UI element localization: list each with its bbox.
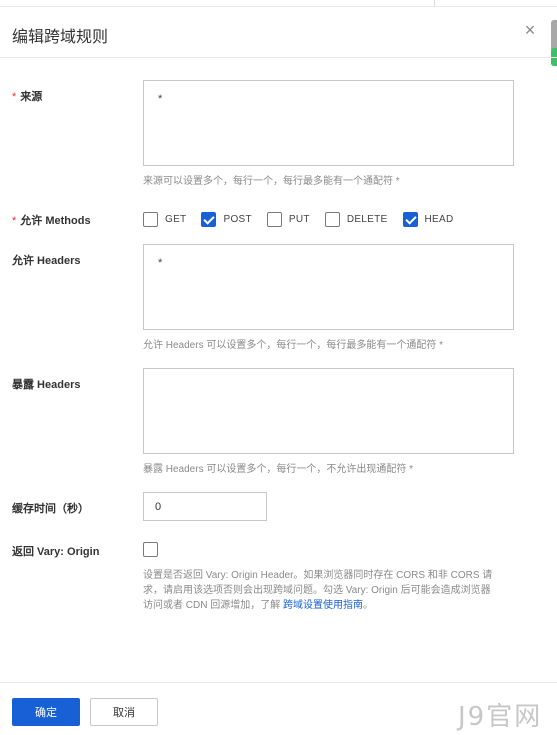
expose-headers-help: 暴露 Headers 可以设置多个，每行一个，不允许出现通配符 * [143, 464, 414, 475]
allow-headers-help: 允许 Headers 可以设置多个，每行一个，每行最多能有一个通配符 * [143, 340, 444, 351]
method-post-label: POST [223, 213, 252, 225]
method-post[interactable]: POST [201, 211, 252, 227]
vary-desc-line1: 设置是否返回 Vary: Origin Header。如果浏览器同时存在 COR… [143, 570, 493, 581]
top-strip [0, 0, 557, 7]
vary-desc-end: 。 [363, 600, 373, 611]
vary-desc-text: 访问或者 CDN 回源增加，了解 [143, 600, 283, 611]
methods-group: GET POST PUT DELETE HEAD [143, 210, 469, 228]
method-put-checkbox[interactable] [266, 211, 282, 227]
allow-headers-textarea[interactable]: * [143, 244, 514, 330]
method-get-label: GET [165, 213, 187, 225]
vary-checkbox[interactable] [143, 542, 158, 557]
ok-button[interactable]: 确定 [12, 698, 80, 726]
method-head[interactable]: HEAD [402, 211, 454, 227]
method-get[interactable]: GET [143, 211, 187, 227]
method-get-checkbox[interactable] [143, 211, 158, 227]
expose-headers-textarea[interactable] [143, 368, 514, 454]
method-delete-label: DELETE [346, 213, 388, 225]
vary-desc-line2: 求，请启用该选项否则会出现跨域问题。勾选 Vary: Origin 后可能会造成… [143, 585, 491, 596]
origin-textarea[interactable]: * [143, 80, 514, 166]
methods-label: * 允许 Methods [12, 212, 91, 228]
method-post-checkbox[interactable] [201, 211, 217, 227]
method-delete-checkbox[interactable] [324, 211, 340, 227]
cancel-button[interactable]: 取消 [90, 698, 158, 726]
method-head-checkbox[interactable] [402, 211, 418, 227]
expose-headers-label: 暴露 Headers [12, 379, 81, 391]
vary-label: 返回 Vary: Origin [12, 546, 100, 558]
method-put-label: PUT [288, 213, 310, 225]
top-divider [434, 0, 435, 7]
close-icon[interactable]: × [522, 21, 538, 39]
watermark: J9官网 [458, 702, 543, 732]
cache-time-input[interactable]: 0 [143, 492, 267, 521]
required-mark: * [12, 91, 17, 103]
vary-description: 设置是否返回 Vary: Origin Header。如果浏览器同时存在 COR… [143, 568, 515, 613]
origin-help: 来源可以设置多个，每行一个，每行最多能有一个通配符 * [143, 176, 400, 187]
cors-guide-link[interactable]: 跨域设置使用指南 [283, 600, 363, 611]
method-head-label: HEAD [424, 213, 454, 225]
required-mark: * [12, 215, 17, 227]
origin-label-text: 来源 [20, 91, 43, 103]
method-delete[interactable]: DELETE [324, 211, 388, 227]
method-put[interactable]: PUT [266, 211, 310, 227]
origin-label: * 来源 [12, 88, 42, 104]
methods-label-text: 允许 Methods [20, 215, 91, 227]
dialog-header: 编辑跨域规则 × [0, 8, 557, 58]
vary-desc-line3: 访问或者 CDN 回源增加，了解 跨域设置使用指南。 [143, 598, 515, 613]
cache-time-label: 缓存时间（秒） [12, 503, 89, 515]
dialog-title: 编辑跨域规则 [12, 29, 109, 46]
allow-headers-label: 允许 Headers [12, 255, 81, 267]
